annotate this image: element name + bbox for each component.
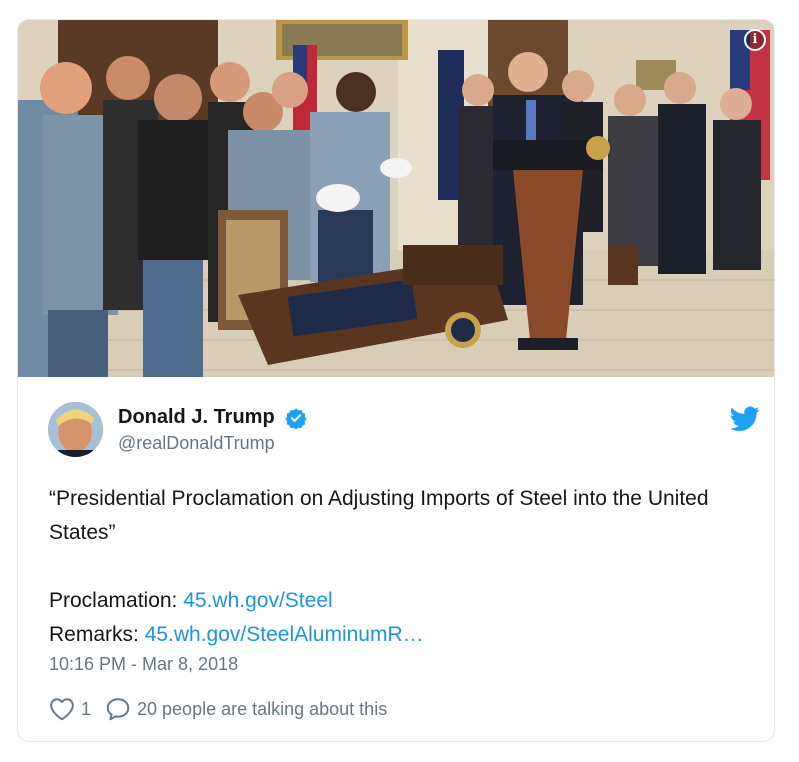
avatar-image bbox=[48, 402, 103, 457]
tweet-quote: “Presidential Proclamation on Adjusting … bbox=[49, 487, 709, 544]
tweet-text: “Presidential Proclamation on Adjusting … bbox=[49, 482, 759, 652]
remarks-link[interactable]: 45.wh.gov/SteelAluminumR… bbox=[145, 623, 424, 646]
remarks-line: Remarks: 45.wh.gov/SteelAluminumR… bbox=[49, 618, 759, 652]
name-block: Donald J. Trump @realDonaldTrump bbox=[118, 406, 307, 454]
conversation-button[interactable]: 20 people are talking about this bbox=[105, 697, 387, 721]
proclamation-line: Proclamation: 45.wh.gov/Steel bbox=[49, 584, 759, 618]
info-icon[interactable]: i bbox=[744, 29, 766, 51]
tweet-actions: 1 20 people are talking about this bbox=[49, 697, 387, 721]
display-name[interactable]: Donald J. Trump bbox=[118, 406, 275, 429]
like-button[interactable]: 1 bbox=[49, 697, 91, 721]
proclamation-link[interactable]: 45.wh.gov/Steel bbox=[183, 589, 332, 612]
tweet-photo[interactable]: i bbox=[18, 20, 774, 377]
talking-text: 20 people are talking about this bbox=[137, 698, 388, 719]
user-handle[interactable]: @realDonaldTrump bbox=[118, 433, 307, 454]
tweet-timestamp[interactable]: 10:16 PM - Mar 8, 2018 bbox=[49, 654, 238, 675]
proclamation-label: Proclamation: bbox=[49, 589, 184, 612]
verified-badge-icon bbox=[285, 407, 307, 430]
speech-bubble-icon bbox=[105, 697, 131, 721]
twitter-bird-icon[interactable] bbox=[729, 406, 760, 432]
heart-icon bbox=[49, 697, 75, 721]
tweet-header: Donald J. Trump @realDonaldTrump bbox=[48, 402, 760, 462]
tweet-card[interactable]: i Donald J. Trump @realDonaldTrump “Pres… bbox=[17, 19, 775, 742]
avatar[interactable] bbox=[48, 402, 103, 457]
remarks-label: Remarks: bbox=[49, 623, 145, 646]
photo-illustration bbox=[18, 20, 774, 377]
like-count: 1 bbox=[81, 698, 92, 719]
